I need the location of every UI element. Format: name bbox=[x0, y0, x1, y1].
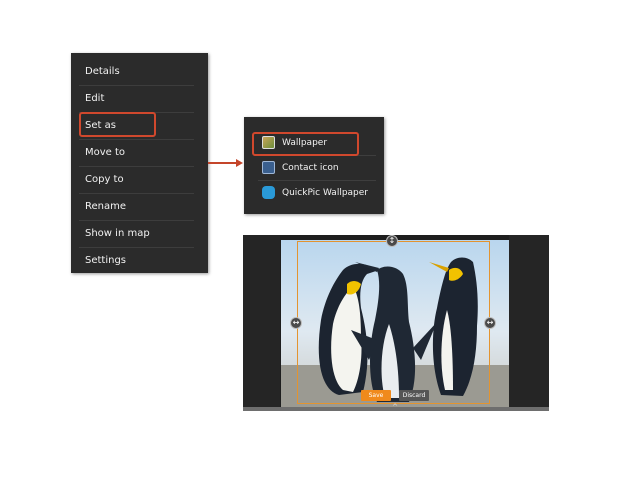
left-band bbox=[243, 235, 280, 411]
bottom-strip bbox=[243, 407, 549, 411]
discard-button[interactable]: Discard bbox=[399, 390, 429, 401]
menu-item-edit[interactable]: Edit bbox=[79, 85, 194, 113]
menu-item-details[interactable]: Details bbox=[79, 58, 194, 86]
resize-horizontal-right-icon[interactable]: ↔ bbox=[484, 317, 496, 329]
save-button[interactable]: Save bbox=[361, 390, 391, 401]
set-as-highlight bbox=[79, 112, 156, 137]
crop-frame[interactable] bbox=[297, 241, 490, 404]
menu-item-copy-to[interactable]: Copy to bbox=[79, 166, 194, 194]
quickpic-wallpaper-label: QuickPic Wallpaper bbox=[282, 188, 369, 198]
connector-line bbox=[208, 162, 238, 164]
menu-item-contact-icon[interactable]: Contact icon bbox=[258, 156, 376, 181]
menu-item-rename[interactable]: Rename bbox=[79, 193, 194, 221]
quickpic-icon bbox=[262, 186, 275, 199]
menu-item-show-in-map[interactable]: Show in map bbox=[79, 220, 194, 248]
resize-vertical-icon[interactable]: ↕ bbox=[386, 235, 398, 247]
menu-item-quickpic-wallpaper[interactable]: QuickPic Wallpaper bbox=[258, 181, 376, 205]
arrow-right-icon bbox=[236, 159, 243, 167]
context-menu: Details Edit Set as Move to Copy to Rena… bbox=[71, 53, 208, 273]
wallpaper-highlight bbox=[252, 132, 359, 156]
menu-item-move-to[interactable]: Move to bbox=[79, 139, 194, 167]
resize-horizontal-left-icon[interactable]: ↔ bbox=[290, 317, 302, 329]
menu-item-settings[interactable]: Settings bbox=[79, 247, 194, 274]
crop-editor: ↕ ↔ ↔ Save Discard ^ bbox=[243, 235, 549, 411]
right-band bbox=[509, 235, 549, 411]
contact-icon-label: Contact icon bbox=[282, 163, 339, 173]
contact-icon bbox=[262, 161, 275, 174]
